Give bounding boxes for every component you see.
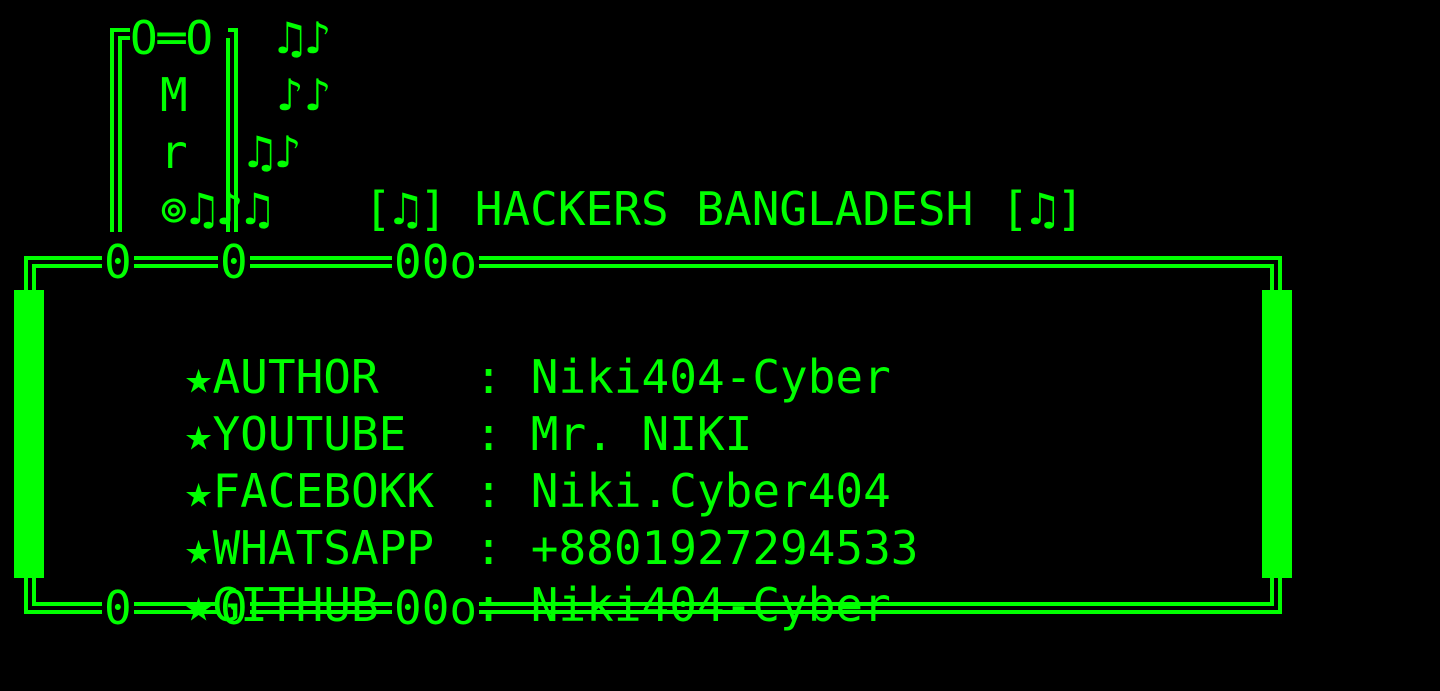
box-right-bar — [1262, 290, 1292, 578]
info-row-github: ★GITHUB: Niki404-Cyber — [74, 520, 891, 632]
logo-base-glyph: ⊚ — [160, 182, 188, 236]
logo-frame-left-inner — [118, 36, 132, 232]
info-row-whatsapp: ★WHATSAPP: +8801927294533 — [74, 463, 919, 575]
info-row-facebook: ★FACEBOKK: Niki.Cyber404 — [74, 406, 891, 518]
logo-letter-r: r — [160, 125, 188, 179]
info-row-author: ★AUTHOR: Niki404-Cyber — [74, 292, 891, 404]
music-notes-1: ♫♪ — [276, 11, 332, 65]
music-notes-4: ♫♪♫ — [188, 182, 272, 236]
box-left-bar — [14, 290, 44, 578]
star-icon: ★ — [184, 578, 213, 632]
logo-top-eyes: O═O — [130, 10, 214, 67]
box-top-mark-mid: 0 — [218, 234, 250, 291]
info-row-youtube: ★YOUTUBE: Mr. NIKI — [74, 349, 753, 461]
box-top-mark-left: 0 — [102, 234, 134, 291]
info-separator: : — [474, 578, 503, 632]
logo-letter-m: M — [160, 68, 188, 122]
banner-title: [♫] HACKERS BANGLADESH [♫] — [364, 182, 1085, 236]
music-notes-2: ♪♪ — [276, 68, 332, 122]
terminal-window: O═O ♫♪ M ♪♪ r ♫♪ ⊚ ♫♪♫ [♫] HACKERS BANGL… — [0, 0, 1440, 641]
info-label: GITHUB — [212, 578, 379, 632]
music-notes-3: ♫♪ — [246, 125, 302, 179]
box-top-outer — [24, 256, 1282, 292]
info-value: Niki404-Cyber — [530, 578, 891, 632]
box-top-mark-right: 00o — [392, 234, 480, 291]
